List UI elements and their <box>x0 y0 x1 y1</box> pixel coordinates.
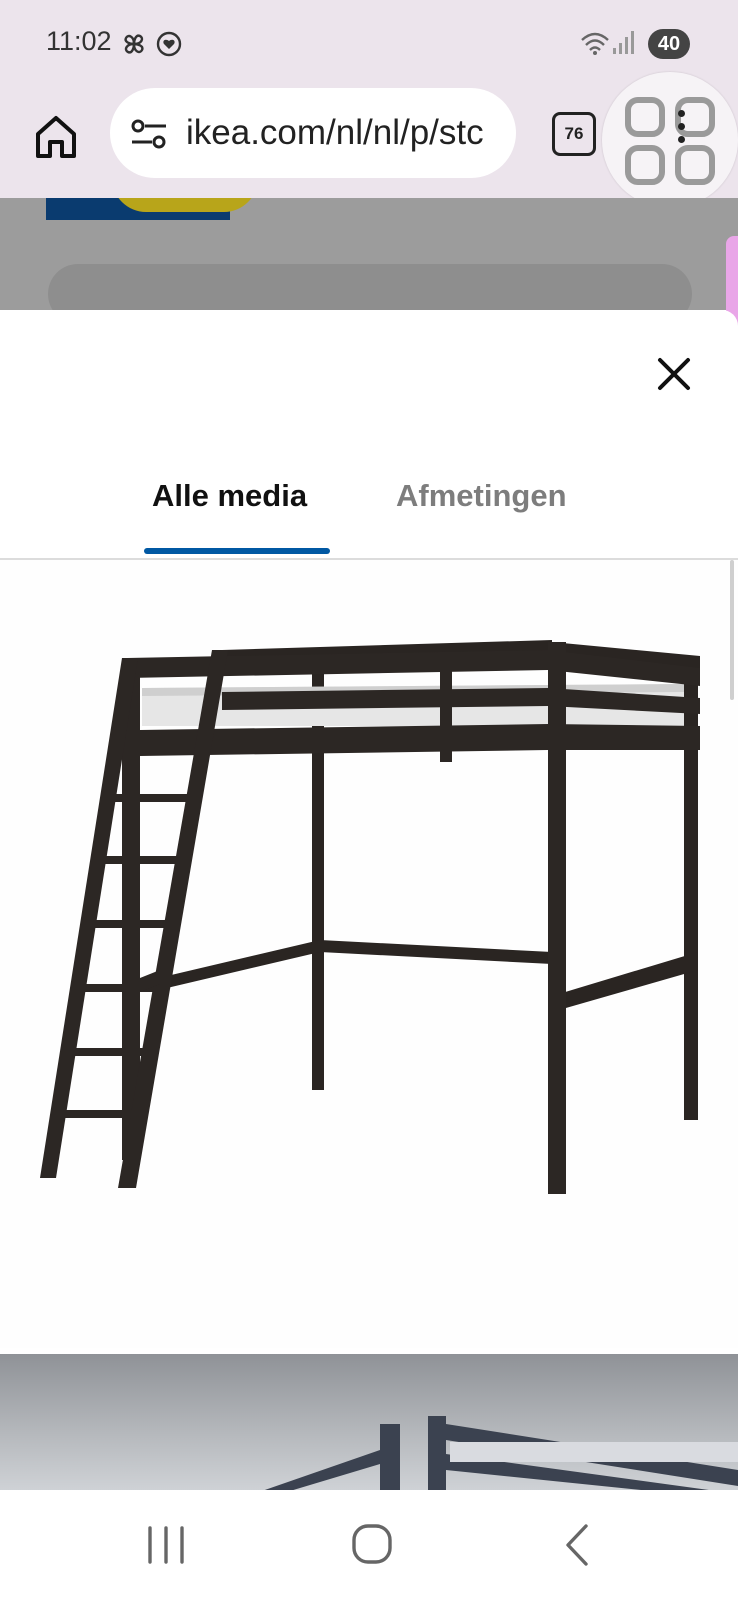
home-circle-icon[interactable] <box>342 1520 402 1570</box>
ikea-logo <box>46 198 258 220</box>
scrollbar[interactable] <box>730 560 734 700</box>
product-image-loft-bed[interactable] <box>0 560 738 1348</box>
home-icon[interactable] <box>32 112 80 160</box>
search-bar-dimmed <box>48 264 692 310</box>
system-nav-bar <box>0 1490 738 1600</box>
wifi-icon <box>581 32 609 55</box>
url-text[interactable]: ikea.com/nl/nl/p/stc <box>186 88 504 178</box>
heart-shield-icon <box>156 31 182 57</box>
close-icon[interactable] <box>652 352 696 396</box>
browser-toolbar: ikea.com/nl/nl/p/stc 76 <box>0 72 738 208</box>
battery-indicator: 40 <box>648 29 690 59</box>
status-time: 11:02 <box>46 26 112 56</box>
pinwheel-icon <box>124 34 144 54</box>
signal-icon <box>613 31 634 54</box>
address-bar[interactable]: ikea.com/nl/nl/p/stc <box>110 88 516 178</box>
recent-apps-icon[interactable] <box>136 1520 196 1570</box>
apps-grid-icon[interactable] <box>602 72 738 208</box>
back-icon[interactable] <box>548 1520 608 1570</box>
product-image-room-scene[interactable] <box>0 1354 738 1500</box>
tab-switcher-button[interactable]: 76 <box>552 112 596 156</box>
media-modal: Alle media Afmetingen <box>0 310 738 1500</box>
more-vert-icon[interactable] <box>676 104 686 160</box>
page-background-dimmed <box>0 198 738 310</box>
tab-alle-media[interactable]: Alle media <box>152 478 307 514</box>
active-tab-indicator <box>144 548 330 554</box>
tab-afmetingen[interactable]: Afmetingen <box>396 478 567 514</box>
site-settings-icon[interactable] <box>130 118 168 150</box>
